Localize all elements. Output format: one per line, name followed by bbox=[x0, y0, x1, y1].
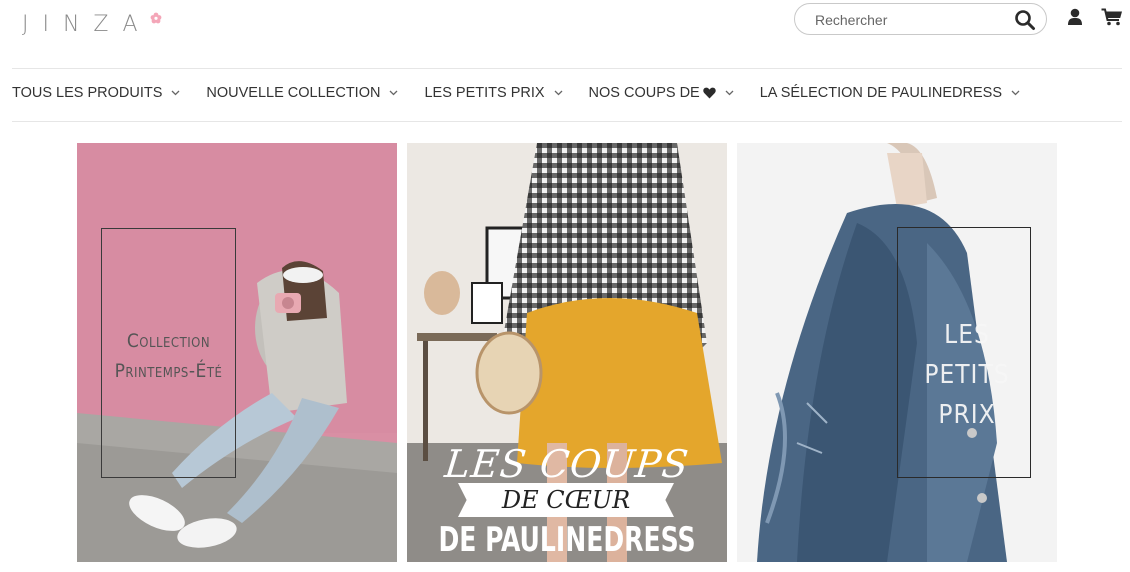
nav-item-paulinedress-selection[interactable]: LA SÉLECTION DE PAULINEDRESS bbox=[760, 82, 1020, 104]
brand-logo[interactable]: JINZA bbox=[22, 10, 162, 40]
caption-line: PRIX bbox=[938, 400, 996, 430]
caption-line: Printemps-Été bbox=[114, 360, 223, 382]
logo-text: JINZA bbox=[22, 12, 152, 37]
caption-line: LES PETITS bbox=[924, 320, 1010, 390]
search-input[interactable] bbox=[813, 9, 1007, 31]
nav-item-all-products[interactable]: TOUS LES PRODUITS bbox=[12, 82, 180, 104]
heart-icon bbox=[703, 87, 716, 99]
nav-divider bbox=[12, 121, 1122, 122]
main-nav: TOUS LES PRODUITS NOUVELLE COLLECTION LE… bbox=[12, 82, 1046, 104]
nav-item-favorites[interactable]: NOS COUPS DE bbox=[589, 82, 734, 104]
chevron-down-icon bbox=[1011, 90, 1020, 96]
nav-item-label: TOUS LES PRODUITS bbox=[12, 85, 163, 101]
cart-icon[interactable] bbox=[1101, 8, 1123, 26]
banner-title-line1: LES COUPS bbox=[442, 442, 692, 486]
nav-item-label: NOUVELLE COLLECTION bbox=[206, 85, 381, 101]
nav-item-new-collection[interactable]: NOUVELLE COLLECTION bbox=[206, 82, 398, 104]
banner-caption: Collection Printemps-Été bbox=[101, 326, 236, 386]
chevron-down-icon bbox=[725, 90, 734, 96]
flower-icon bbox=[150, 12, 162, 24]
search-bar bbox=[794, 3, 1047, 35]
banner-caption: LES PETITS PRIX bbox=[902, 315, 1032, 435]
chevron-down-icon bbox=[554, 90, 563, 96]
nav-item-label: LES PETITS PRIX bbox=[424, 85, 545, 101]
banner-title-line3: DE PAULINEDRESS bbox=[438, 520, 696, 560]
banner-spring-summer-collection[interactable]: Collection Printemps-Été bbox=[77, 143, 397, 562]
chevron-down-icon bbox=[171, 90, 180, 96]
banner-paulinedress-favorites[interactable]: LES COUPS DE CŒUR DE PAULINEDRESS bbox=[407, 143, 727, 562]
nav-item-low-prices[interactable]: LES PETITS PRIX bbox=[424, 82, 563, 104]
search-icon[interactable] bbox=[1014, 9, 1036, 31]
header-divider bbox=[12, 68, 1122, 69]
nav-item-label: LA SÉLECTION DE PAULINEDRESS bbox=[759, 85, 1003, 101]
chevron-down-icon bbox=[390, 90, 398, 96]
caption-line: Collection bbox=[126, 330, 211, 352]
banner-title-line2: DE CŒUR bbox=[501, 486, 631, 514]
nav-item-label: NOS COUPS DE bbox=[588, 85, 700, 101]
banner-low-prices[interactable]: LES PETITS PRIX bbox=[737, 143, 1057, 562]
user-icon[interactable] bbox=[1067, 8, 1083, 26]
